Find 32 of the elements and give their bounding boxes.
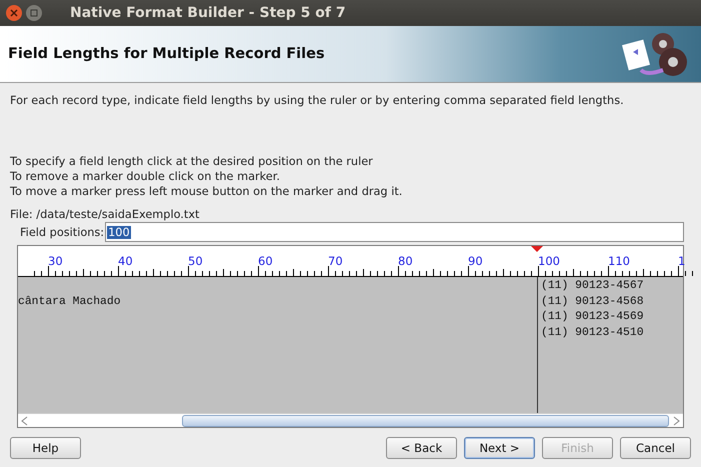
- page-title: Field Lengths for Multiple Record Files: [8, 46, 325, 62]
- ruler-label: 90: [468, 254, 483, 268]
- close-icon[interactable]: [6, 5, 22, 21]
- field-positions-label: Field positions:: [20, 224, 104, 240]
- window-title: Native Format Builder - Step 5 of 7: [70, 5, 346, 21]
- ruler-label: 70: [328, 254, 343, 268]
- file-path: File: /data/teste/saidaExemplo.txt: [10, 207, 200, 222]
- horizontal-scrollbar[interactable]: [18, 413, 683, 427]
- ruler-label: 110: [608, 254, 630, 268]
- record-text: (11) 90123-4569: [541, 311, 644, 323]
- dialog-button[interactable]: Help: [10, 437, 81, 459]
- marker-icon[interactable]: [531, 246, 543, 252]
- dialog-button[interactable]: < Back: [386, 437, 457, 459]
- record-text: (11) 90123-4568: [541, 296, 644, 308]
- instruction-text: To remove a marker double click on the marker.: [10, 169, 281, 184]
- dialog-button[interactable]: Next >: [464, 437, 535, 459]
- instruction-text: To specify a field length click at the desired position on the ruler: [10, 154, 374, 169]
- ruler-label: 30: [48, 254, 63, 268]
- intro-text: For each record type, indicate field lengths by using the ruler or by entering comma separated field lengths.: [10, 93, 625, 108]
- instruction-text: To move a marker press left mouse button on the marker and drag it.: [10, 184, 404, 199]
- field-positions-input[interactable]: 100: [105, 222, 684, 242]
- ruler-label: 50: [188, 254, 203, 268]
- ruler-label: 60: [258, 254, 273, 268]
- record-text: (11) 90123-4567: [541, 280, 644, 292]
- scrollbar-thumb[interactable]: [182, 414, 670, 426]
- record-text: cântara Machado: [18, 296, 121, 308]
- ruler-label: 80: [398, 254, 413, 268]
- minimize-icon[interactable]: [26, 5, 42, 21]
- ruler-label: 40: [118, 254, 133, 268]
- dialog-button[interactable]: Cancel: [620, 437, 691, 459]
- ruler-label: 100: [538, 254, 560, 268]
- record-text: (11) 90123-4510: [541, 326, 644, 338]
